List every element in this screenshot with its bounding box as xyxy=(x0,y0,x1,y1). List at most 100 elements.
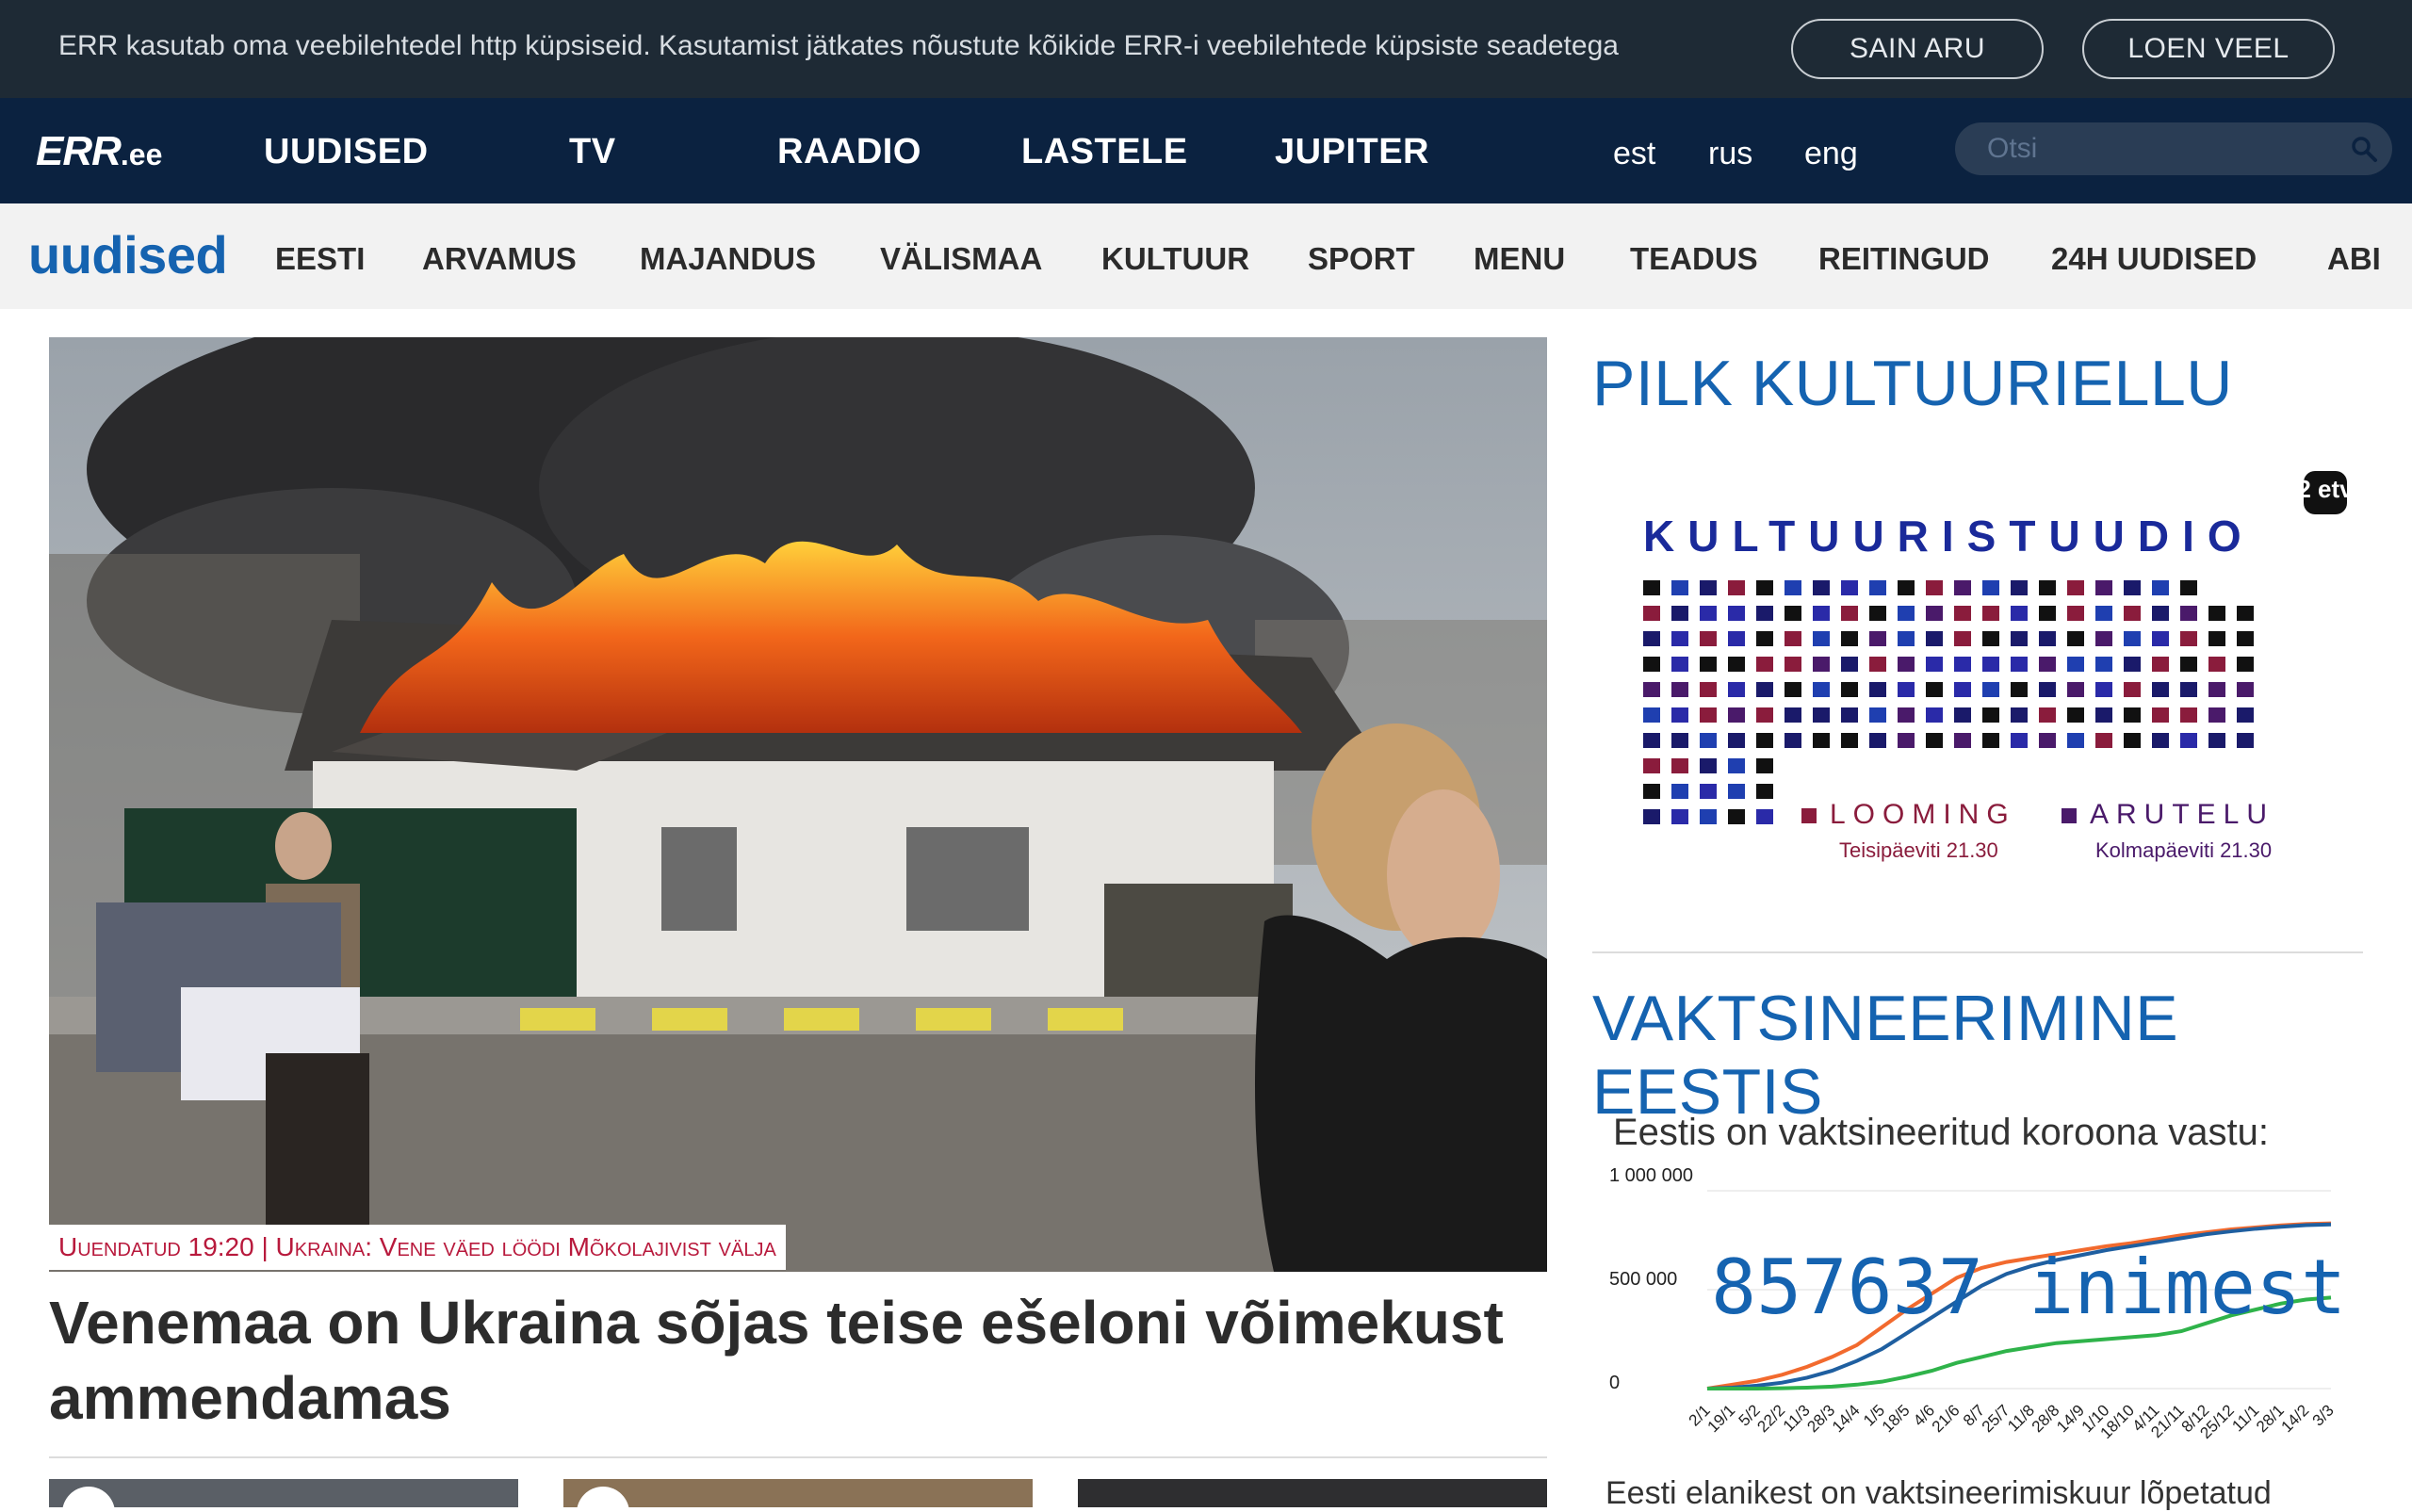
banner-dot xyxy=(1643,682,1660,697)
nav-raadio[interactable]: RAADIO xyxy=(777,132,921,172)
cookie-text: ERR kasutab oma veebilehtedel http küpsi… xyxy=(58,30,1619,61)
culture-section-title[interactable]: PILK KULTUURIELLU xyxy=(1592,347,2233,420)
banner-dot xyxy=(2039,657,2056,672)
section-item-abi[interactable]: ABI xyxy=(2327,241,2381,277)
banner-dot xyxy=(2039,682,2056,697)
lang-eng[interactable]: eng xyxy=(1804,136,1858,172)
section-item-kultuur[interactable]: KULTUUR xyxy=(1101,241,1249,277)
lang-est[interactable]: est xyxy=(1613,136,1655,172)
banner-dot xyxy=(2011,733,2028,748)
banner-dot xyxy=(1728,631,1745,646)
nav-tv[interactable]: TV xyxy=(569,132,616,172)
lead-story-caption[interactable]: Uuendatud 19:20 | Ukraina: Vene väed löö… xyxy=(49,1225,786,1270)
banner-dot xyxy=(1841,657,1858,672)
banner-dot xyxy=(1926,657,1943,672)
banner-dot xyxy=(1671,606,1688,621)
section-item-24h-uudised[interactable]: 24H UUDISED xyxy=(2051,241,2257,277)
banner-dot xyxy=(1671,631,1688,646)
story-thumbnail-1[interactable] xyxy=(49,1479,518,1507)
banner-dot xyxy=(1926,606,1943,621)
vaccination-chart[interactable]: 1 000 000 500 000 0 2/1 19/1 5/2 22/2 11/3 28… xyxy=(1602,1162,2355,1445)
search-input[interactable] xyxy=(1987,130,2345,168)
banner-dot xyxy=(2039,631,2056,646)
banner-dot xyxy=(2152,606,2169,621)
banner-dot xyxy=(1643,809,1660,824)
banner-dot xyxy=(2095,631,2112,646)
cookie-banner: ERR kasutab oma veebilehtedel http küpsi… xyxy=(0,0,2412,98)
vaccination-completed-text: Eesti elanikest on vaktsineerimiskuur lõ… xyxy=(1605,1475,2272,1511)
banner-dot xyxy=(1869,657,1886,672)
section-item-reitingud[interactable]: REITINGUD xyxy=(1818,241,1990,277)
banner-dot xyxy=(1643,758,1660,773)
story-thumbnail-3[interactable] xyxy=(1078,1479,1547,1507)
banner-dot xyxy=(1785,657,1801,672)
section-item-eesti[interactable]: EESTI xyxy=(275,241,365,277)
banner-dot xyxy=(1982,657,1999,672)
err-logo[interactable]: ERR.ee xyxy=(36,128,162,175)
banner-dot xyxy=(2180,682,2197,697)
section-item-arvamus[interactable]: ARVAMUS xyxy=(422,241,577,277)
nav-uudised[interactable]: UUDISED xyxy=(264,132,429,172)
banner-dot xyxy=(2011,657,2028,672)
banner-dot xyxy=(1785,631,1801,646)
section-item-menu[interactable]: MENU xyxy=(1474,241,1565,277)
lead-story-headline[interactable]: Venemaa on Ukraina sõjas teise ešeloni v… xyxy=(49,1285,1556,1436)
looming-time: Teisipäeviti 21.30 xyxy=(1839,838,1998,862)
section-item-majandus[interactable]: MAJANDUS xyxy=(640,241,816,277)
banner-dot xyxy=(2152,657,2169,672)
x-tick-label: 21/6 xyxy=(1929,1401,1964,1436)
vaccination-section-title[interactable]: VAKTSINEERIMINE EESTIS xyxy=(1592,982,2412,1129)
cookie-read-more-button[interactable]: LOEN VEEL xyxy=(2082,19,2335,79)
banner-dot xyxy=(2180,733,2197,748)
section-logo[interactable]: uudised xyxy=(28,224,228,285)
cookie-agree-button[interactable]: SAIN ARU xyxy=(1791,19,2044,79)
channel-2-etv-logo: 2 etv xyxy=(2297,471,2354,514)
banner-dot xyxy=(1926,682,1943,697)
banner-dot xyxy=(1869,631,1886,646)
banner-dot xyxy=(1700,682,1717,697)
divider xyxy=(49,1456,1547,1458)
banner-dot xyxy=(2039,606,2056,621)
logo-main: ERR xyxy=(36,128,122,174)
banner-dot xyxy=(2208,631,2225,646)
banner-dot xyxy=(2124,580,2141,595)
banner-dot xyxy=(2095,682,2112,697)
banner-dot xyxy=(1954,657,1971,672)
nav-lastele[interactable]: LASTELE xyxy=(1021,132,1188,172)
burning-house-photo xyxy=(49,337,1547,1272)
banner-dot xyxy=(1926,580,1943,595)
banner-dot xyxy=(1841,606,1858,621)
banner-dot xyxy=(2208,682,2225,697)
banner-dot xyxy=(2208,707,2225,723)
banner-dot xyxy=(1700,809,1717,824)
banner-dot xyxy=(2208,657,2225,672)
nav-jupiter[interactable]: JUPITER xyxy=(1275,132,1429,172)
banner-dot xyxy=(1982,631,1999,646)
search-box xyxy=(1955,122,2392,175)
banner-dot xyxy=(1869,682,1886,697)
x-tick-label: 14/4 xyxy=(1829,1401,1864,1436)
section-item-sport[interactable]: SPORT xyxy=(1308,241,1415,277)
banner-dot xyxy=(1728,733,1745,748)
banner-dot xyxy=(2039,707,2056,723)
banner-dot xyxy=(1841,631,1858,646)
banner-dot xyxy=(1813,733,1830,748)
banner-dot xyxy=(2095,657,2112,672)
banner-dot xyxy=(1756,631,1773,646)
banner-dot xyxy=(1728,707,1745,723)
banner-dot xyxy=(1643,657,1660,672)
section-item-valismaa[interactable]: VÄLISMAA xyxy=(880,241,1042,277)
lead-story-image[interactable] xyxy=(49,337,1547,1272)
lang-rus[interactable]: rus xyxy=(1708,136,1752,172)
banner-dot xyxy=(1954,631,1971,646)
banner-dot xyxy=(2124,707,2141,723)
section-item-teadus[interactable]: TEADUS xyxy=(1630,241,1758,277)
search-icon[interactable] xyxy=(2349,134,2379,164)
x-tick-label: 3/3 xyxy=(2309,1401,2338,1429)
story-thumbnail-2[interactable] xyxy=(563,1479,1033,1507)
banner-dot xyxy=(2067,733,2084,748)
banner-dot xyxy=(1700,784,1717,799)
kultuuristuudio-banner[interactable]: 2 etv KULTUURISTUUDIO LOOMING Teisipäevi… xyxy=(1592,462,2355,886)
banner-dot xyxy=(2208,606,2225,621)
arutelu-time: Kolmapäeviti 21.30 xyxy=(2095,838,2272,862)
